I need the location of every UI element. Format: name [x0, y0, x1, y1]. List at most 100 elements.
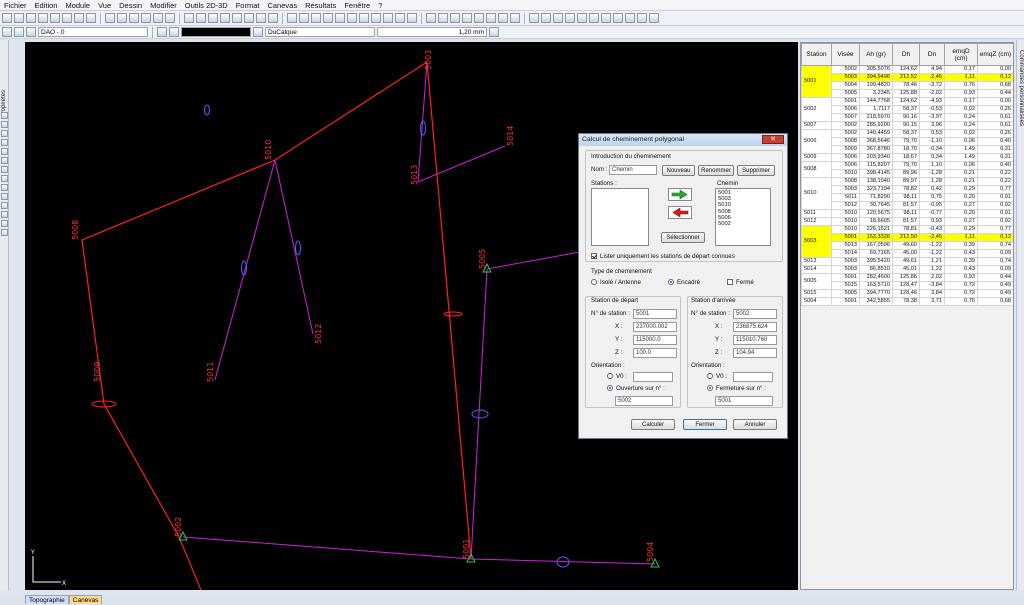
select-button[interactable]: Sélectionner [661, 232, 705, 243]
menu-item[interactable]: Format [232, 1, 264, 10]
side-tool-icon[interactable] [1, 139, 8, 146]
table-row[interactable]: 5005 3,2345 125,88 -2,02 0,93 0,44 [802, 89, 1013, 98]
table-row[interactable]: 5014 5003 86,8510 45,01 1,22 0,43 0,09 [801, 265, 1013, 274]
menu-item[interactable]: Modifier [146, 1, 181, 10]
table-row[interactable]: 5009 5006 203,9340 18,67 0,34 1,49 0,31 [801, 153, 1013, 162]
stations-list[interactable] [591, 188, 649, 246]
arrival-fermeture-radio[interactable] [707, 385, 713, 391]
column-header[interactable]: Visée [831, 43, 860, 66]
departure-ouverture-radio[interactable] [607, 385, 613, 391]
toolbar-tool-icon[interactable] [407, 13, 417, 23]
toolbar-tool-icon[interactable] [244, 13, 254, 23]
layer-combo[interactable]: DAO - 0 [38, 27, 148, 37]
toolbar-tool-icon[interactable] [165, 13, 175, 23]
side-tool-icon[interactable] [1, 211, 8, 218]
table-row[interactable]: 5009 367,8780 18,70 -0,34 1,49 0,31 [802, 145, 1013, 154]
toolbar-tool-icon[interactable] [553, 13, 563, 23]
toolbar-tool-icon[interactable] [256, 13, 266, 23]
toolbar-tool-icon[interactable] [141, 13, 151, 23]
side-tool-icon[interactable] [1, 121, 8, 128]
table-row[interactable]: 5002 5001 144,7768 124,62 -4,93 0,17 0,00 [801, 97, 1013, 122]
table-row[interactable]: 5008 5006 115,8207 79,70 1,10 0,06 0,40 [801, 161, 1013, 178]
toolbar-tool-icon[interactable] [287, 13, 297, 23]
toolbar-tool-icon[interactable] [613, 13, 623, 23]
toolbar-tool-icon[interactable] [38, 13, 48, 23]
column-header[interactable]: emqD (cm) [944, 43, 978, 66]
toolbar-tool-icon[interactable] [541, 13, 551, 23]
toolbar-tool-icon[interactable] [589, 13, 599, 23]
departure-x-field[interactable]: 237000.002 [633, 322, 677, 332]
menu-item[interactable]: Edition [31, 1, 62, 10]
toolbar-tool-icon[interactable] [62, 13, 72, 23]
toolbar-tool-icon[interactable] [208, 13, 218, 23]
departure-v0-radio[interactable] [607, 373, 613, 379]
menu-item[interactable]: Dessin [115, 1, 146, 10]
side-tool-icon[interactable] [1, 130, 8, 137]
toolbar-tool-icon[interactable] [486, 13, 496, 23]
menu-item[interactable]: Fenêtre [340, 1, 374, 10]
cancel-button[interactable]: Annuler [733, 419, 777, 430]
table-row[interactable]: 5001 153,3326 212,50 -2,45 1,11 0,12 [802, 233, 1013, 242]
column-header[interactable]: emqZ (cm) [977, 43, 1013, 66]
column-header[interactable]: Station [801, 43, 832, 66]
toolbar-tool-icon[interactable] [220, 13, 230, 23]
add-arrow-button[interactable] [668, 188, 692, 201]
toolbar-tool-icon[interactable] [311, 13, 321, 23]
toolbar-tool-icon[interactable] [129, 13, 139, 23]
table-row[interactable]: 5011 71,8290 98,11 0,75 0,20 0,91 [802, 193, 1013, 202]
rename-button[interactable]: Renommer [698, 165, 734, 176]
table-row[interactable]: 5007 5002 285,9200 90,15 3,96 0,24 0,61 [801, 121, 1013, 130]
toolbar-tool-icon[interactable] [383, 13, 393, 23]
tab-topographie[interactable]: Topographie [25, 595, 69, 604]
arrival-z-field[interactable]: 104.94 [733, 348, 777, 358]
toolbar-tool-icon[interactable] [196, 13, 206, 23]
list-item[interactable]: 5002 [718, 221, 768, 227]
side-tool-icon[interactable] [1, 112, 8, 119]
toolbar-tool-icon[interactable] [323, 13, 333, 23]
toolbar-tool-icon[interactable] [184, 13, 194, 23]
toolbar-tool-icon[interactable] [565, 13, 575, 23]
list-known-checkbox[interactable] [591, 253, 597, 259]
properties-icon[interactable] [489, 27, 499, 37]
table-row[interactable]: 5015 163,5710 128,47 -3,84 0,72 0,49 [802, 281, 1013, 290]
table-row[interactable]: 5013 167,0596 49,60 -1,22 0,39 0,74 [802, 241, 1013, 250]
toolbar-tool-icon[interactable] [347, 13, 357, 23]
menu-item[interactable]: Résultats [301, 1, 340, 10]
toolbar-tool-icon[interactable] [86, 13, 96, 23]
side-tool-icon[interactable] [1, 193, 8, 200]
toolbar-tool-icon[interactable] [625, 13, 635, 23]
table-row[interactable]: 5011 5010 120,5675 98,11 -0,77 0,20 0,91 [801, 209, 1013, 218]
menu-item[interactable]: Canevas [263, 1, 301, 10]
toolbar-tool-icon[interactable] [359, 13, 369, 23]
table-row[interactable]: 5003 323,7194 78,82 0,42 0,29 0,77 [802, 185, 1013, 194]
side-tool-icon[interactable] [1, 184, 8, 191]
color-combo[interactable] [181, 27, 251, 37]
menu-item[interactable]: Module [61, 1, 94, 10]
toolbar-tool-icon[interactable] [105, 13, 115, 23]
table-row[interactable]: 5012 30,7645 81,57 -0,95 0,27 0,92 [802, 201, 1013, 210]
toolbar-tool-icon[interactable] [335, 13, 345, 23]
color-icon[interactable] [157, 27, 167, 37]
table-row[interactable]: 5007 218,5970 90,16 -3,97 0,24 0,61 [802, 113, 1013, 122]
pen-icon[interactable] [169, 27, 179, 37]
lineweight-combo[interactable]: 1,20 mm [377, 27, 487, 37]
toolbar-tool-icon[interactable] [299, 13, 309, 23]
toolbar-tool-icon[interactable] [577, 13, 587, 23]
arrival-v0-radio[interactable] [707, 373, 713, 379]
menu-item[interactable]: Vue [94, 1, 115, 10]
table-row[interactable]: 5012 5010 18,6605 81,57 0,93 0,27 0,92 [801, 217, 1013, 226]
menu-item[interactable]: ? [374, 1, 386, 10]
toolbar-tool-icon[interactable] [153, 13, 163, 23]
toolbar-tool-icon[interactable] [50, 13, 60, 23]
table-row[interactable]: 5015 5005 394,7770 128,46 3,84 0,72 0,49 [801, 289, 1013, 298]
table-row[interactable]: 5010 398,4145 89,96 -1,28 0,21 0,22 [802, 169, 1013, 178]
departure-ouverture-select[interactable]: 5002 [615, 396, 673, 406]
side-tool-icon[interactable] [1, 229, 8, 236]
table-row[interactable]: 5008 368,5646 79,70 -1,10 0,06 0,40 [802, 137, 1013, 146]
table-row[interactable]: 5013 5003 395,5420 49,61 1,21 0,39 0,74 [801, 257, 1013, 266]
departure-v0-field[interactable] [633, 372, 673, 382]
toolbar-tool-icon[interactable] [74, 13, 84, 23]
type-isole-radio[interactable] [591, 279, 597, 285]
toolbar-tool-icon[interactable] [649, 13, 659, 23]
menu-item[interactable]: Fichier [0, 1, 31, 10]
